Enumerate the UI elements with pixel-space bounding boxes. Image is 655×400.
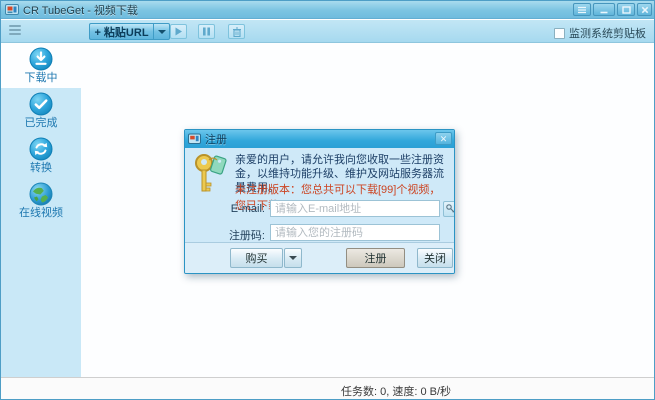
dialog-footer: 购买 注册 关闭 (185, 242, 454, 274)
dialog-titlebar[interactable]: 注册 ✕ (185, 130, 454, 148)
dialog-app-icon (188, 133, 201, 145)
sidebar-item-label: 下载中 (25, 73, 58, 84)
sidebar-item-online-video[interactable]: 在线视频 (1, 178, 81, 223)
download-icon (29, 47, 53, 71)
buy-dropdown-button[interactable] (284, 248, 302, 268)
titlebar[interactable]: CR TubeGet - 视频下载 (1, 1, 654, 19)
sidebar-item-label: 在线视频 (19, 208, 63, 219)
window-controls (573, 3, 652, 16)
statusbar: 任务数: 0, 速度: 0 B/秒 (1, 377, 654, 400)
delete-task-button[interactable] (228, 24, 245, 39)
sidebar-item-completed[interactable]: 已完成 (1, 88, 81, 133)
register-button[interactable]: 注册 (346, 248, 405, 268)
monitor-clipboard-label: 监测系统剪贴板 (569, 25, 646, 41)
app-icon (5, 3, 19, 16)
sidebar-item-label: 转换 (30, 163, 52, 174)
sidebar-item-label: 已完成 (25, 118, 58, 129)
chevron-down-icon (289, 256, 297, 260)
start-download-button[interactable] (170, 24, 187, 39)
window-menu-icon[interactable] (573, 3, 591, 16)
check-icon (29, 92, 53, 116)
sidebar: 下载中 已完成 转换 (1, 43, 81, 377)
status-text: 任务数: 0, 速度: 0 B/秒 (341, 383, 451, 399)
close-icon[interactable] (637, 3, 652, 16)
paste-url-dropdown-button[interactable] (153, 23, 170, 40)
app-window: CR TubeGet - 视频下载 + 粘贴URL (0, 0, 655, 400)
play-icon (174, 27, 183, 36)
sidebar-item-convert[interactable]: 转换 (1, 133, 81, 178)
email-row: E-mail: (185, 200, 454, 218)
dialog-title: 注册 (205, 131, 227, 147)
dialog-close-icon[interactable]: ✕ (435, 132, 452, 145)
toolbar-grip-icon[interactable] (9, 25, 21, 37)
key-icon (446, 204, 455, 214)
convert-icon (29, 137, 53, 161)
pause-icon (202, 27, 211, 36)
sidebar-item-downloading[interactable]: 下载中 (1, 43, 81, 88)
maximize-icon[interactable] (617, 3, 635, 16)
email-key-button[interactable] (443, 201, 455, 217)
keys-icon (193, 152, 227, 196)
regcode-label: 注册码: (185, 227, 265, 243)
paste-url-button[interactable]: + 粘贴URL (89, 23, 153, 40)
toolbar: + 粘贴URL 监测系统剪贴板 (1, 20, 654, 43)
dialog-body: 亲爱的用户，请允许我向您收取一些注册资金，以维持功能升级、维护及网站服务器流量费… (185, 148, 454, 242)
email-input[interactable] (270, 200, 440, 217)
window-title: CR TubeGet - 视频下载 (23, 2, 138, 18)
chevron-down-icon (158, 30, 166, 34)
pause-download-button[interactable] (198, 24, 215, 39)
dialog-close-button[interactable]: 关闭 (417, 248, 453, 268)
email-label: E-mail: (185, 203, 265, 215)
monitor-clipboard-checkbox[interactable]: 监测系统剪贴板 (554, 25, 646, 41)
regcode-row: 注册码: (185, 224, 454, 242)
minimize-icon[interactable] (593, 3, 615, 16)
register-dialog: 注册 ✕ 亲爱的用户，请允许我向您收取一些注册资金，以维持功能 (184, 129, 455, 274)
buy-button[interactable]: 购买 (230, 248, 283, 268)
globe-icon (29, 182, 53, 206)
trash-icon (232, 27, 242, 37)
regcode-input[interactable] (270, 224, 440, 241)
checkbox-icon[interactable] (554, 28, 565, 39)
